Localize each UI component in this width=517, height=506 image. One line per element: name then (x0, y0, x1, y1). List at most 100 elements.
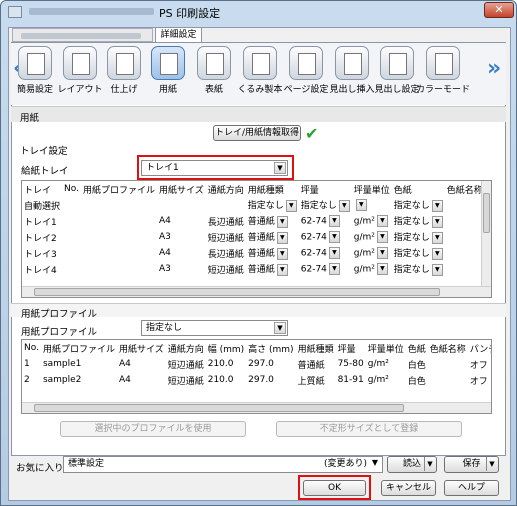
table-cell: 白色 (407, 360, 426, 371)
cell-text: トレイ2 (24, 233, 57, 244)
close-button[interactable]: ✕ (484, 2, 514, 18)
chevron-down-icon[interactable]: ▼ (276, 215, 288, 228)
help-button[interactable]: ヘルプ (444, 480, 499, 496)
chevron-down-icon[interactable]: ▼ (369, 458, 381, 470)
table-cell: 上質紙 (297, 376, 325, 387)
table-row[interactable]: トレイ1 A4 長辺通紙 普通紙 ▼ 62-74 ▼ g/m² ▼ 指定なし ▼ (22, 213, 491, 229)
cell-text: A4 (158, 248, 171, 258)
column-header[interactable]: 幅 (mm) (206, 340, 246, 356)
column-header[interactable]: 色紙名称 (428, 340, 468, 356)
column-header[interactable]: 坪量単位 (366, 340, 406, 356)
nav-button-5[interactable]: くるみ製本 (238, 46, 282, 95)
column-header[interactable]: 用紙サイズ (157, 181, 206, 197)
chevron-down-icon[interactable]: ▼ (376, 231, 388, 243)
cover-icon (197, 46, 231, 80)
nav-button-2[interactable]: 仕上げ (103, 46, 145, 95)
column-header[interactable]: 色紙 (392, 181, 445, 197)
get-tray-info-button[interactable]: トレイ/用紙情報取得 (213, 125, 301, 141)
chevron-down-icon[interactable]: ▼ (274, 322, 286, 334)
cell-text: 短辺通紙 (207, 265, 244, 276)
column-header[interactable]: 用紙種類 (296, 340, 336, 356)
chevron-down-icon[interactable]: ▼ (431, 263, 443, 276)
column-header[interactable]: No. (22, 340, 41, 356)
column-header[interactable]: 用紙プロファイル (81, 181, 157, 197)
column-header[interactable]: 坪量 (336, 340, 366, 356)
tray-table[interactable]: トレイNo.用紙プロファイル用紙サイズ通紙方向用紙種類坪量坪量単位色紙色紙名称パ… (21, 180, 492, 298)
table-cell: 62-74 ▼ (299, 261, 352, 277)
table-cell (81, 245, 157, 261)
profile-horizontal-scrollbar[interactable] (22, 402, 491, 413)
column-header[interactable]: 通紙方向 (206, 181, 246, 197)
table-cell: 長辺通紙 (206, 213, 246, 229)
profile-select[interactable]: 指定なし ▼ (141, 320, 288, 336)
cell-text: 普通紙 (247, 249, 275, 260)
table-row[interactable]: 1 sample1 A4 短辺通紙 210.0 297.0 普通紙 75-80 g/m² 白色 オフ (22, 356, 491, 372)
table-row[interactable]: トレイ4 A3 短辺通紙 普通紙 ▼ 62-74 ▼ g/m² ▼ 指定なし ▼ (22, 261, 491, 277)
column-header[interactable]: 坪量単位 (352, 181, 392, 197)
column-header[interactable]: 色紙名称 (445, 181, 485, 197)
cell-text: 指定なし (393, 217, 430, 228)
table-row[interactable]: トレイ3 A4 長辺通紙 普通紙 ▼ 62-74 ▼ g/m² ▼ 指定なし ▼ (22, 245, 491, 261)
table-cell: トレイ4 (22, 261, 62, 277)
cell-text: 指定なし (393, 233, 430, 244)
chevron-down-icon[interactable]: ▼ (276, 231, 288, 244)
column-header[interactable]: No. (62, 181, 81, 197)
use-selected-profile-button[interactable]: 選択中のプロファイルを使用 (60, 421, 246, 437)
column-header[interactable]: 用紙種類 (246, 181, 299, 197)
table-cell: トレイ1 (22, 213, 62, 229)
cell-text: 62-74 (300, 216, 327, 227)
chevron-down-icon[interactable]: ▼ (376, 263, 388, 275)
column-header[interactable]: 坪量 (299, 181, 352, 197)
chevron-down-icon[interactable]: ▼ (328, 231, 340, 243)
nav-button-9[interactable]: カラーモード (416, 46, 470, 95)
chevron-down-icon[interactable]: ▼ (276, 247, 288, 260)
chevron-down-icon[interactable]: ▼ (431, 215, 443, 228)
nav-button-7[interactable]: 見出し挿入 (329, 46, 375, 95)
column-header[interactable]: 色紙 (406, 340, 428, 356)
chevron-down-icon[interactable]: ▼ (355, 199, 367, 211)
chevron-down-icon[interactable]: ▼ (276, 263, 288, 276)
tray-horizontal-scrollbar[interactable] (22, 286, 491, 297)
profile-group-label: 用紙プロファイル (21, 309, 98, 320)
chevron-down-icon[interactable]: ▼ (431, 231, 443, 244)
cell-text: 指定なし (393, 201, 430, 212)
nav-button-4[interactable]: 表紙 (193, 46, 235, 95)
chevron-down-icon[interactable]: ▼ (328, 215, 340, 227)
load-button[interactable]: 読込 ▼ (387, 456, 437, 473)
column-header[interactable]: パンチ穴ハ (468, 340, 491, 356)
column-header[interactable]: 用紙サイズ (117, 340, 166, 356)
nav-button-0[interactable]: 簡易設定 (14, 46, 56, 95)
chevron-down-icon[interactable]: ▼ (328, 247, 340, 259)
tab-advanced[interactable]: 詳細設定 (155, 27, 202, 43)
scroll-right-icon[interactable]: » (487, 56, 501, 81)
table-row[interactable]: 2 sample2 A4 短辺通紙 210.0 297.0 上質紙 81-91 g/m² 白色 オフ (22, 372, 491, 388)
save-button[interactable]: 保存 ▼ (444, 456, 499, 473)
nav-button-1[interactable]: レイアウト (57, 46, 103, 95)
chevron-down-icon[interactable]: ▼ (431, 199, 443, 212)
table-cell: 普通紙 ▼ (246, 261, 299, 277)
column-header[interactable]: 用紙プロファイル (41, 340, 117, 356)
cell-text: 普通紙 (247, 265, 275, 276)
chevron-down-icon[interactable]: ▼ (431, 247, 443, 260)
table-row[interactable]: トレイ2 A3 短辺通紙 普通紙 ▼ 62-74 ▼ g/m² ▼ 指定なし ▼ (22, 229, 491, 245)
register-custom-size-button[interactable]: 不定形サイズとして登録 (276, 421, 462, 437)
cell-text: トレイ1 (24, 217, 57, 228)
nav-button-3[interactable]: 用紙 (147, 46, 189, 95)
nav-button-6[interactable]: ページ設定 (284, 46, 328, 95)
chevron-down-icon[interactable]: ▼ (376, 215, 388, 227)
cancel-button[interactable]: キャンセル (381, 480, 436, 496)
chevron-down-icon[interactable]: ▼ (328, 263, 340, 275)
column-header[interactable]: トレイ (22, 181, 62, 197)
table-row[interactable]: 自動選択 指定なし ▼ 指定なし ▼ ▼ 指定なし ▼ (22, 197, 491, 213)
column-header[interactable]: 通紙方向 (166, 340, 206, 356)
nav-button-8[interactable]: 見出し設定 (374, 46, 420, 95)
cell-text: g/m² (353, 264, 375, 275)
column-header[interactable]: 高さ (mm) (246, 340, 295, 356)
chevron-down-icon[interactable]: ▼ (285, 199, 297, 212)
tab-printer-blurred[interactable] (12, 28, 153, 42)
chevron-down-icon[interactable]: ▼ (338, 199, 350, 212)
profile-table[interactable]: No. 用紙プロファイル 用紙サイズ 通紙方向幅 (mm) 高さ (mm) 用紙種類 坪量坪… (21, 339, 492, 414)
chevron-down-icon[interactable]: ▼ (376, 247, 388, 259)
favorites-select[interactable]: 標準設定 (変更あり) ▼ (63, 456, 383, 473)
tray-vertical-scrollbar[interactable] (481, 181, 491, 286)
